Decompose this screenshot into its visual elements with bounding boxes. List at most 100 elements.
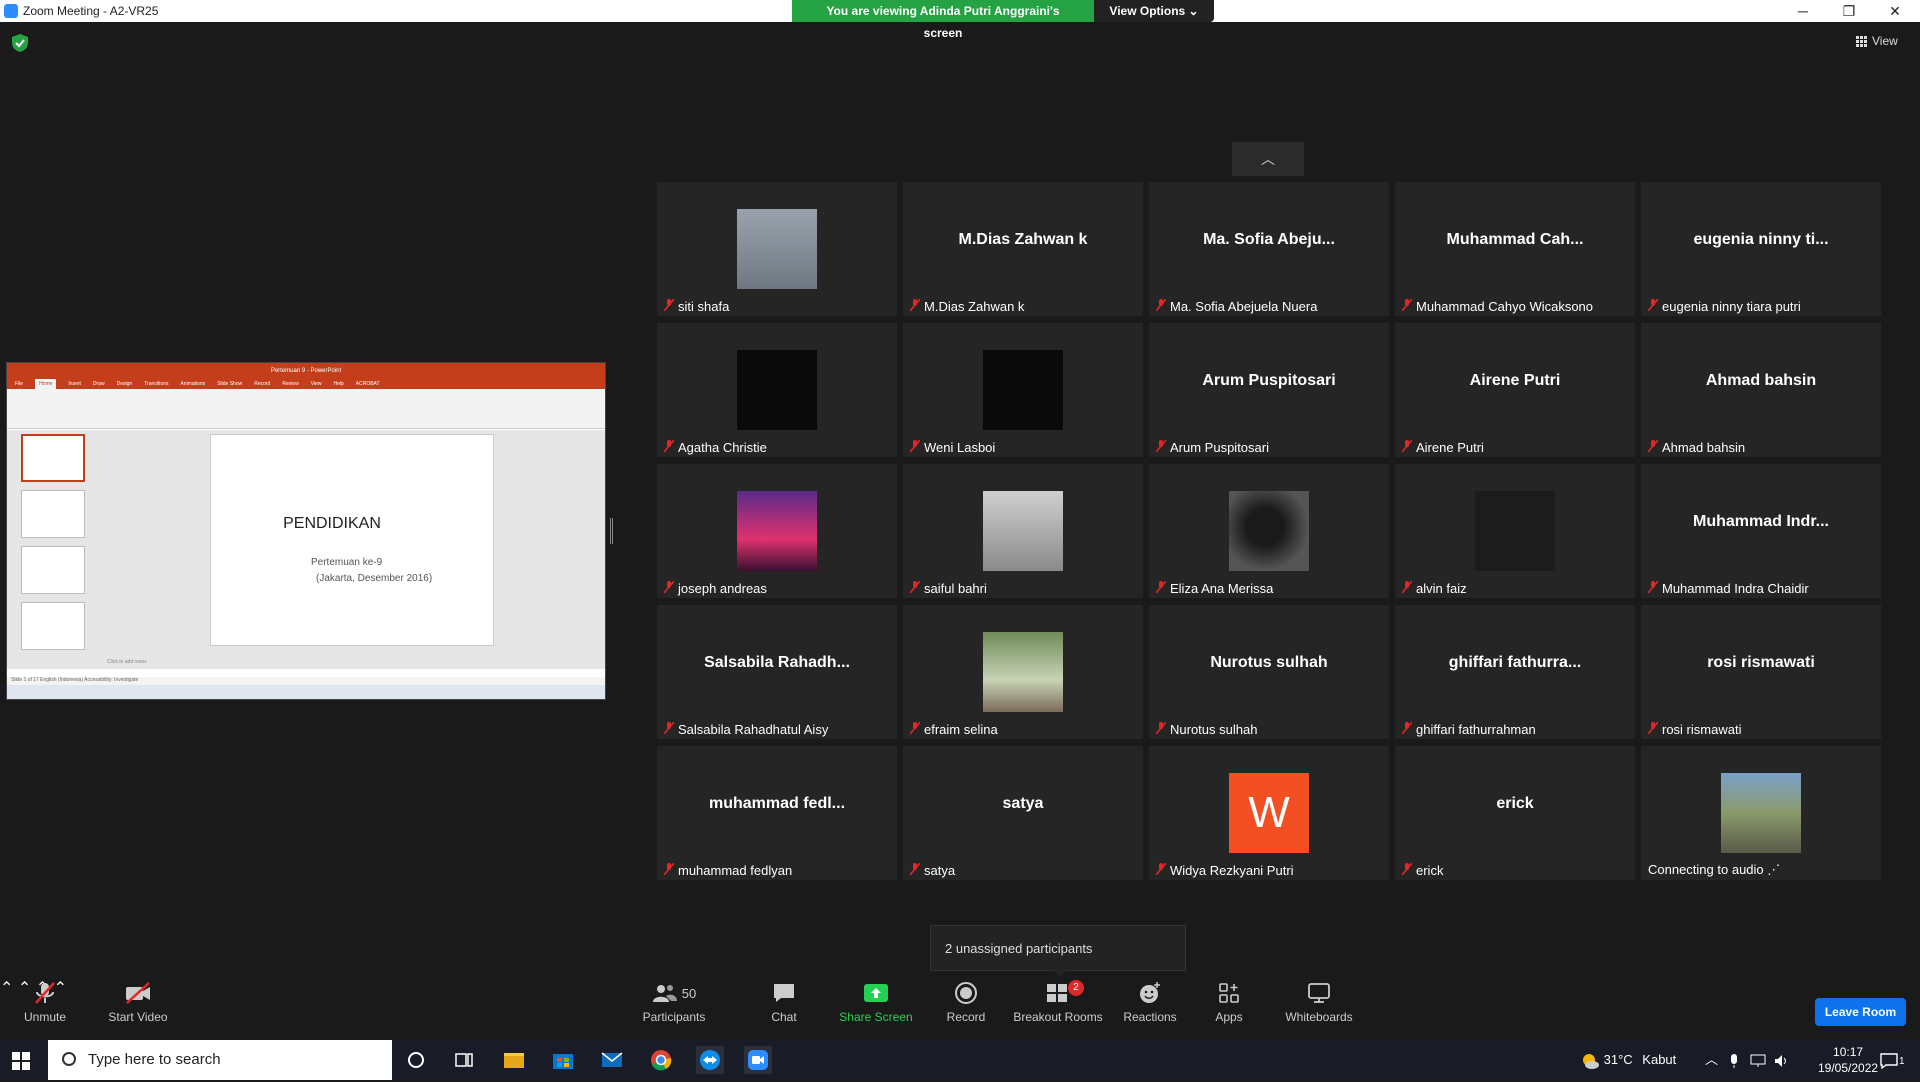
whiteboards-button[interactable]: Whiteboards (1280, 978, 1358, 1040)
slide-thumbnail (21, 546, 85, 594)
breakout-rooms-icon (1047, 984, 1067, 1002)
task-view-icon[interactable] (450, 1046, 478, 1074)
notification-center-icon[interactable]: 1 (1880, 1040, 1905, 1080)
participant-tile[interactable]: saiful bahri (903, 464, 1143, 598)
zoom-taskbar-icon[interactable] (744, 1046, 772, 1074)
chrome-icon[interactable] (647, 1046, 675, 1074)
participant-display-name: Muhammad Indr... (1692, 513, 1829, 530)
view-options-button[interactable]: View Options ⌄ (1094, 0, 1214, 22)
participant-tile[interactable]: ghiffari fathurra... ghiffari fathurrahma… (1395, 605, 1635, 739)
windows-start-icon[interactable] (12, 1052, 30, 1070)
ppt-ribbon (7, 389, 605, 429)
panel-splitter-handle[interactable] (610, 518, 613, 544)
close-button[interactable]: ✕ (1872, 0, 1918, 22)
participant-tile[interactable]: satya satya (903, 746, 1143, 880)
participant-tile[interactable]: Nurotus sulhah Nurotus sulhah (1149, 605, 1389, 739)
file-explorer-icon[interactable] (500, 1046, 528, 1074)
participant-tile[interactable]: M.Dias Zahwan k M.Dias Zahwan k (903, 182, 1143, 316)
network-tray-icon[interactable] (1750, 1040, 1766, 1080)
participant-name: erick (1416, 863, 1444, 878)
record-icon (955, 982, 977, 1004)
participant-name: ghiffari fathurrahman (1416, 722, 1536, 737)
shared-screen[interactable]: Pertemuan 9 - PowerPoint File Home Inser… (6, 362, 606, 700)
muted-mic-icon (1647, 439, 1659, 455)
minimize-button[interactable]: ─ (1780, 0, 1826, 22)
participant-tile[interactable]: alvin faiz (1395, 464, 1635, 598)
participant-tile[interactable]: muhammad fedl... muhammad fedlyan (657, 746, 897, 880)
chat-label: Chat (771, 1010, 797, 1024)
cortana-icon[interactable] (402, 1046, 430, 1074)
system-clock[interactable]: 10:17 19/05/2022 (1818, 1044, 1878, 1076)
participant-name: Weni Lasboi (924, 440, 996, 455)
participant-name-tag: Nurotus sulhah (1155, 721, 1257, 737)
zoom-app-icon (4, 4, 18, 18)
view-layout-button[interactable]: View (1856, 34, 1898, 48)
participant-name-tag: alvin faiz (1401, 580, 1467, 596)
participant-tile[interactable]: Ma. Sofia Abeju... Ma. Sofia Abejuela Nue… (1149, 182, 1389, 316)
participant-tile[interactable]: Agatha Christie (657, 323, 897, 457)
taskbar-search-box[interactable]: Type here to search (48, 1040, 392, 1080)
participants-button[interactable]: 50 Participants (640, 978, 708, 1040)
breakout-rooms-button[interactable]: 2 Breakout Rooms (1012, 978, 1104, 1040)
participant-tile[interactable]: Arum Puspitosari Arum Puspitosari (1149, 323, 1389, 457)
participant-tile[interactable]: rosi rismawati rosi rismawati (1641, 605, 1881, 739)
participant-display-name: muhammad fedl... (708, 795, 846, 812)
participant-tile[interactable]: W Widya Rezkyani Putri (1149, 746, 1389, 880)
maximize-button[interactable]: ❐ (1826, 0, 1872, 22)
participant-tile[interactable]: Ahmad bahsin Ahmad bahsin (1641, 323, 1881, 457)
participant-tile[interactable]: eugenia ninny ti... eugenia ninny tiara p… (1641, 182, 1881, 316)
participant-tile[interactable]: Connecting to audio ⋰ (1641, 746, 1881, 880)
microphone-muted-icon (35, 982, 55, 1004)
participant-tile[interactable]: Muhammad Cah... Muhammad Cahyo Wicaksono (1395, 182, 1635, 316)
scroll-up-button[interactable]: ︿ (1232, 142, 1304, 176)
tray-chevron-icon[interactable]: ︿ (1705, 1040, 1718, 1080)
mail-icon[interactable] (598, 1046, 626, 1074)
start-video-button[interactable]: Start Video (104, 978, 172, 1040)
participant-name: Agatha Christie (678, 440, 767, 455)
participant-name-tag: Muhammad Cahyo Wicaksono (1401, 298, 1593, 314)
participant-tile[interactable]: Eliza Ana Merissa (1149, 464, 1389, 598)
reactions-button[interactable]: Reactions (1122, 978, 1178, 1040)
audio-options-caret[interactable]: ⌃ (0, 980, 13, 997)
volume-tray-icon[interactable] (1774, 1040, 1790, 1080)
record-button[interactable]: Record (940, 978, 992, 1040)
share-screen-button[interactable]: Share Screen (838, 978, 914, 1040)
participant-video (983, 491, 1063, 571)
teamviewer-icon[interactable] (696, 1046, 724, 1074)
participant-name-tag: saiful bahri (909, 580, 987, 596)
participant-tile[interactable]: erick erick (1395, 746, 1635, 880)
slide-subtitle-line1: Pertemuan ke-9 (311, 557, 383, 568)
participant-tile[interactable]: siti shafa (657, 182, 897, 316)
unmute-button[interactable]: Unmute (18, 978, 72, 1040)
muted-mic-icon (1155, 862, 1167, 878)
weather-widget[interactable]: 31°C Kabut (1580, 1040, 1676, 1080)
slide-notes: Click to add notes (107, 659, 147, 665)
microphone-tray-icon[interactable] (1728, 1040, 1740, 1080)
participant-tile[interactable]: Muhammad Indr... Muhammad Indra Chaidir (1641, 464, 1881, 598)
muted-mic-icon (663, 439, 675, 455)
participant-tile[interactable]: joseph andreas (657, 464, 897, 598)
participant-name: eugenia ninny tiara putri (1662, 299, 1801, 314)
muted-mic-icon (909, 580, 921, 596)
grid-view-icon (1856, 35, 1867, 47)
muted-mic-icon (1647, 721, 1659, 737)
microsoft-store-icon[interactable] (549, 1046, 577, 1074)
participant-name: Eliza Ana Merissa (1170, 581, 1274, 596)
security-shield-icon[interactable] (12, 34, 28, 52)
unassigned-participants-tooltip[interactable]: 2 unassigned participants (930, 925, 1186, 977)
participant-tile[interactable]: Weni Lasboi (903, 323, 1143, 457)
participant-name-tag: Connecting to audio ⋰ (1648, 862, 1780, 878)
leave-room-button[interactable]: Leave Room (1815, 998, 1906, 1026)
participant-tile[interactable]: Airene Putri Airene Putri (1395, 323, 1635, 457)
chat-button[interactable]: Chat (762, 978, 806, 1040)
participant-tile[interactable]: Salsabila Rahadh... Salsabila Rahadhatul … (657, 605, 897, 739)
participants-icon (652, 985, 677, 1002)
apps-button[interactable]: Apps (1210, 978, 1248, 1040)
shared-taskbar (7, 685, 605, 699)
participant-display-name: Nurotus sulhah (1210, 654, 1328, 671)
participant-tile[interactable]: efraim selina (903, 605, 1143, 739)
weather-sun-cloud-icon (1583, 1053, 1599, 1069)
participant-name-tag: ghiffari fathurrahman (1401, 721, 1536, 737)
view-label: View (1872, 34, 1898, 48)
current-slide: PENDIDIKAN Pertemuan ke-9 (Jakarta, Dese… (210, 434, 494, 646)
